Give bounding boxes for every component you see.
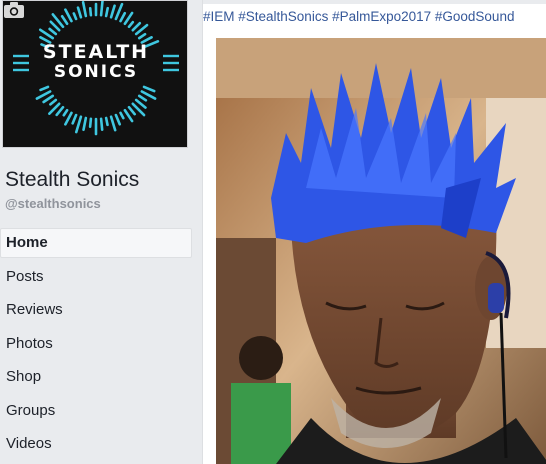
- left-sidebar: STEALTH SONICS Stealth Sonics @stealthso…: [0, 0, 198, 464]
- post-hashtags[interactable]: #IEM #StealthSonics #PalmExpo2017 #GoodS…: [203, 9, 514, 24]
- nav-item-photos[interactable]: Photos: [0, 329, 192, 359]
- nav-item-groups[interactable]: Groups: [0, 396, 192, 426]
- page-handle[interactable]: @stealthsonics: [5, 196, 101, 211]
- page-name[interactable]: Stealth Sonics: [5, 168, 139, 192]
- nav-item-posts[interactable]: Posts: [0, 262, 192, 292]
- nav-item-reviews[interactable]: Reviews: [0, 295, 192, 325]
- logo-text-line2: SONICS: [53, 62, 139, 82]
- logo-text-line1: STEALTH: [42, 41, 150, 63]
- post-photo[interactable]: [216, 38, 546, 464]
- page-nav: Home Posts Reviews Photos Shop Groups Vi…: [0, 228, 192, 463]
- nav-item-home[interactable]: Home: [0, 228, 192, 258]
- camera-icon[interactable]: [3, 1, 25, 19]
- nav-item-videos[interactable]: Videos: [0, 429, 192, 459]
- card-top-divider: [203, 0, 546, 4]
- nav-item-shop[interactable]: Shop: [0, 362, 192, 392]
- profile-picture[interactable]: STEALTH SONICS: [2, 0, 188, 148]
- photo-man-blue-hair: [216, 38, 546, 464]
- post-card: #IEM #StealthSonics #PalmExpo2017 #GoodS…: [202, 0, 546, 464]
